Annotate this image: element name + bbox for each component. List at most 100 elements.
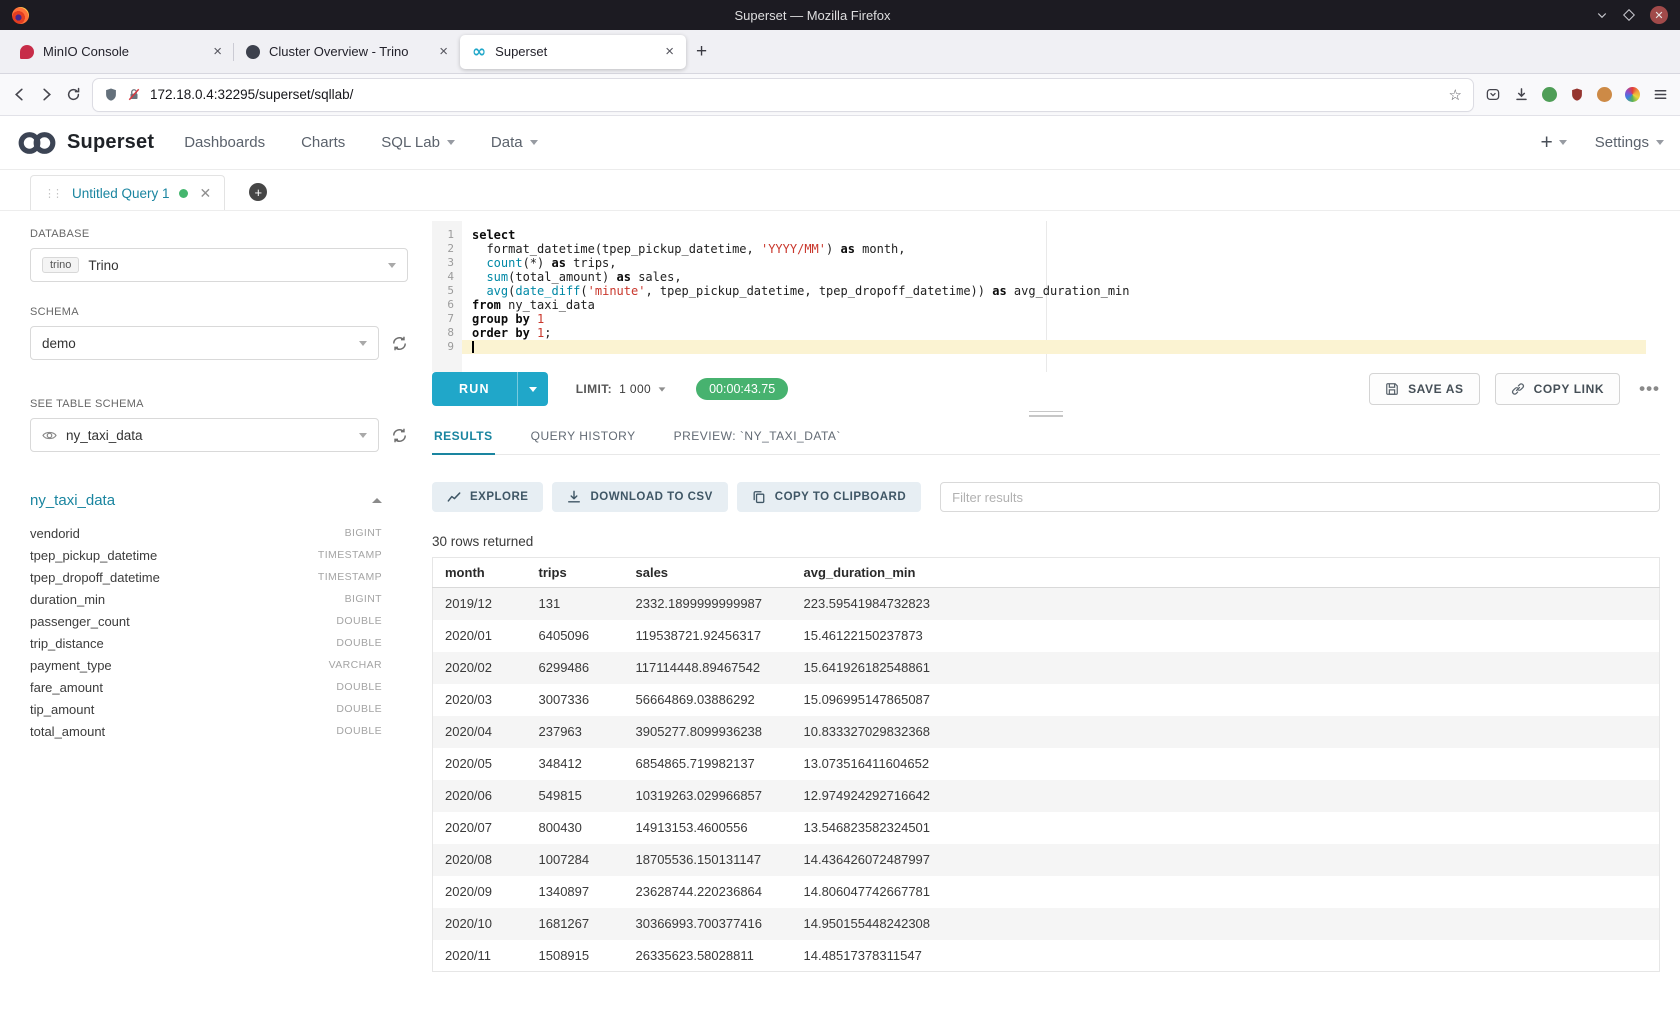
- column-row[interactable]: total_amountDOUBLE: [30, 720, 382, 742]
- bookmark-star-icon[interactable]: ☆: [1449, 86, 1462, 104]
- limit-dropdown[interactable]: LIMIT: 1 000: [576, 382, 666, 396]
- column-type: DOUBLE: [336, 681, 382, 693]
- results-tab-query-history[interactable]: QUERY HISTORY: [529, 421, 638, 454]
- column-header[interactable]: sales: [624, 558, 792, 588]
- run-button[interactable]: RUN: [432, 372, 517, 406]
- chevron-up-icon[interactable]: [372, 498, 382, 503]
- table-cell: 237963: [527, 716, 624, 748]
- browser-tabbar: MinIO Console×Cluster Overview - Trino×∞…: [0, 30, 1680, 74]
- table-row[interactable]: 2020/09134089723628744.22023686414.80604…: [433, 876, 1660, 908]
- column-row[interactable]: vendoridBIGINT: [30, 522, 382, 544]
- url-bar[interactable]: 172.18.0.4:32295/superset/sqllab/ ☆: [93, 79, 1473, 111]
- column-row[interactable]: fare_amountDOUBLE: [30, 676, 382, 698]
- add-query-tab-button[interactable]: +: [249, 183, 267, 201]
- table-schema-label: SEE TABLE SCHEMA: [30, 398, 408, 410]
- table-cell: 13.073516411604652: [792, 748, 1660, 780]
- table-row[interactable]: 2020/0654981510319263.02996685712.974924…: [433, 780, 1660, 812]
- tab-close-icon[interactable]: ×: [213, 43, 222, 60]
- downloads-icon[interactable]: [1514, 87, 1529, 102]
- reload-button[interactable]: [66, 87, 81, 102]
- shield-icon[interactable]: [104, 87, 118, 102]
- schema-select[interactable]: demo: [30, 326, 379, 360]
- refresh-table-icon[interactable]: [391, 427, 408, 444]
- forward-button[interactable]: [39, 87, 54, 102]
- table-row[interactable]: 2020/053484126854865.71998213713.0735164…: [433, 748, 1660, 780]
- settings-menu[interactable]: Settings: [1595, 134, 1664, 151]
- ublock-shield-icon[interactable]: [1570, 87, 1584, 102]
- column-header[interactable]: trips: [527, 558, 624, 588]
- column-row[interactable]: tip_amount DOUBLE: [30, 698, 382, 720]
- line-number: 7: [432, 312, 462, 326]
- close-icon[interactable]: ✕: [200, 185, 212, 202]
- filter-results-input[interactable]: [940, 482, 1660, 512]
- table-row[interactable]: 2020/042379633905277.809993623810.833327…: [433, 716, 1660, 748]
- column-name: trip_distance: [30, 636, 104, 651]
- extension-icon-orange[interactable]: [1597, 87, 1612, 102]
- resize-handle[interactable]: [1029, 411, 1063, 417]
- extension-icon-green[interactable]: [1542, 87, 1557, 102]
- column-row[interactable]: tpep_dropoff_datetimeTIMESTAMP: [30, 566, 382, 588]
- results-tab-results[interactable]: RESULTS: [432, 421, 495, 455]
- results-tab-preview-ny-taxi-data[interactable]: PREVIEW: `NY_TAXI_DATA`: [672, 421, 843, 454]
- table-row[interactable]: 2020/016405096119538721.9245631715.46122…: [433, 620, 1660, 652]
- new-item-button[interactable]: +: [1541, 131, 1567, 155]
- window-close-button[interactable]: ✕: [1650, 6, 1668, 24]
- superset-logo[interactable]: Superset: [16, 130, 154, 156]
- nav-dashboards[interactable]: Dashboards: [184, 134, 265, 151]
- column-header[interactable]: avg_duration_min: [792, 558, 1660, 588]
- column-type: DOUBLE: [336, 703, 382, 715]
- nav-sql-lab[interactable]: SQL Lab: [381, 134, 455, 151]
- pocket-icon[interactable]: [1485, 87, 1501, 102]
- column-row[interactable]: payment_typeVARCHAR: [30, 654, 382, 676]
- tab-close-icon[interactable]: ×: [439, 43, 448, 60]
- sql-editor[interactable]: 1select2 format_datetime(tpep_pickup_dat…: [432, 221, 1646, 372]
- column-row[interactable]: tpep_pickup_datetimeTIMESTAMP: [30, 544, 382, 566]
- drag-handle-icon[interactable]: ⋮⋮: [44, 187, 63, 200]
- table-row[interactable]: 2020/10168126730366993.70037741614.95015…: [433, 908, 1660, 940]
- tab-close-icon[interactable]: ×: [665, 43, 674, 60]
- copy-link-button[interactable]: COPY LINK: [1495, 373, 1621, 405]
- column-row[interactable]: passenger_countDOUBLE: [30, 610, 382, 632]
- copy-clipboard-button[interactable]: COPY TO CLIPBOARD: [737, 482, 921, 512]
- window-restore-button[interactable]: [1623, 9, 1635, 21]
- download-csv-button[interactable]: DOWNLOAD TO CSV: [552, 482, 727, 512]
- url-text[interactable]: 172.18.0.4:32295/superset/sqllab/: [150, 87, 1440, 102]
- nav-data[interactable]: Data: [491, 134, 538, 151]
- browser-tab[interactable]: Cluster Overview - Trino×: [234, 35, 460, 69]
- infinity-logo-icon: [16, 130, 58, 156]
- database-select[interactable]: trino Trino: [30, 248, 408, 282]
- table-cell: 3905277.8099936238: [624, 716, 792, 748]
- explore-button[interactable]: EXPLORE: [432, 482, 543, 512]
- table-row[interactable]: 2020/03300733656664869.0388629215.096995…: [433, 684, 1660, 716]
- window-minimize-button[interactable]: [1596, 9, 1608, 21]
- browser-tab[interactable]: ∞Superset×: [460, 35, 686, 69]
- extension-icon-pinwheel[interactable]: [1625, 87, 1640, 102]
- more-options-button[interactable]: •••: [1639, 379, 1660, 399]
- query-tab[interactable]: ⋮⋮ Untitled Query 1 ✕: [30, 175, 225, 210]
- column-header[interactable]: month: [433, 558, 527, 588]
- browser-tab[interactable]: MinIO Console×: [8, 35, 234, 69]
- results-table-body: 2019/121312332.1899999999987223.59541984…: [433, 588, 1660, 972]
- line-number: 1: [432, 228, 462, 242]
- save-as-button[interactable]: SAVE AS: [1369, 373, 1480, 405]
- query-tabs-row: ⋮⋮ Untitled Query 1 ✕ +: [0, 170, 1680, 211]
- back-button[interactable]: [12, 87, 27, 102]
- run-dropdown-button[interactable]: [517, 372, 548, 406]
- code-line: 7group by 1: [432, 312, 1646, 326]
- new-tab-button[interactable]: +: [696, 41, 707, 63]
- text-cursor: [472, 341, 474, 353]
- table-select[interactable]: ny_taxi_data: [30, 418, 379, 452]
- table-row[interactable]: 2020/11150891526335623.5802881114.485173…: [433, 940, 1660, 972]
- table-name-heading[interactable]: ny_taxi_data: [30, 492, 115, 509]
- column-row[interactable]: duration_minBIGINT: [30, 588, 382, 610]
- insecure-lock-icon[interactable]: [127, 87, 141, 102]
- table-row[interactable]: 2019/121312332.1899999999987223.59541984…: [433, 588, 1660, 620]
- table-row[interactable]: 2020/08100728418705536.15013114714.43642…: [433, 844, 1660, 876]
- nav-charts[interactable]: Charts: [301, 134, 345, 151]
- table-row[interactable]: 2020/0780043014913153.460055613.54682358…: [433, 812, 1660, 844]
- table-row[interactable]: 2020/026299486117114448.8946754215.64192…: [433, 652, 1660, 684]
- refresh-schema-icon[interactable]: [391, 335, 408, 352]
- column-name: tip_amount: [30, 702, 94, 717]
- menu-icon[interactable]: [1653, 87, 1668, 102]
- column-row[interactable]: trip_distanceDOUBLE: [30, 632, 382, 654]
